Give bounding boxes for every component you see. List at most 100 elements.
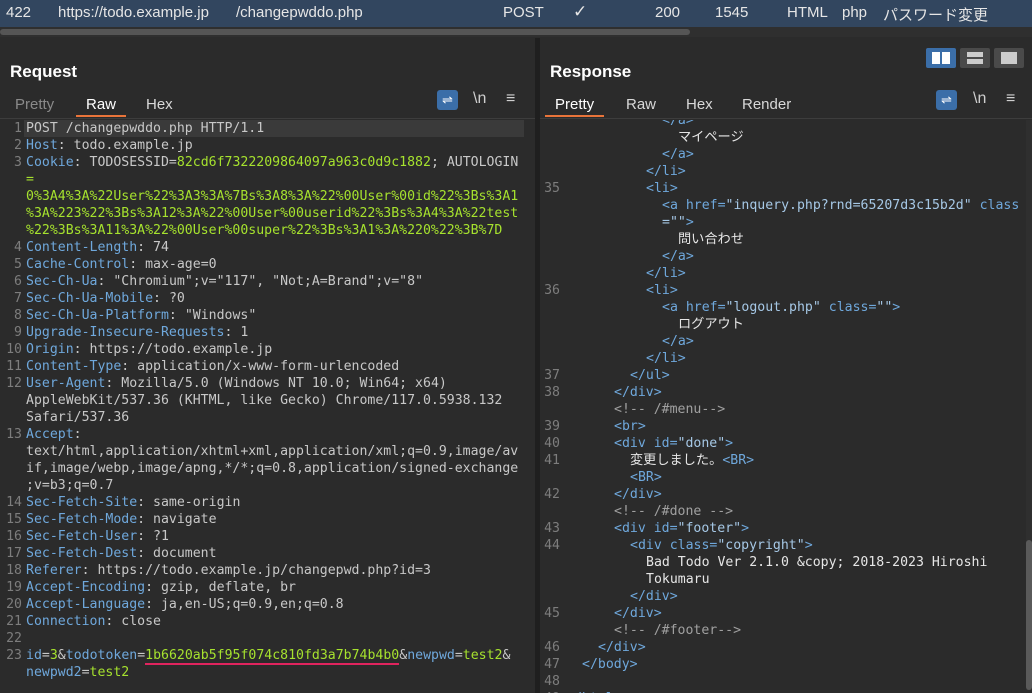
code-token: Bad Todo Ver 2.1.0 &copy; 2018-2023 Hiro… (646, 555, 988, 570)
tab-hex[interactable]: Hex (686, 96, 713, 113)
row-ext: php (842, 4, 868, 21)
row-host: https://todo.example.jp (58, 4, 209, 21)
header-value: max-age=0 (137, 257, 217, 272)
tab-pretty[interactable]: Pretty (15, 96, 54, 113)
line-number: 23 (6, 648, 22, 663)
tab-hex[interactable]: Hex (146, 96, 173, 113)
header-value: close (113, 614, 161, 629)
wrap-lines-icon[interactable]: ⇌ (437, 90, 458, 110)
line-number: 45 (544, 606, 560, 621)
code-line: Sec-Ch-Ua: "Chromium";v="117", "Not;A=Br… (26, 273, 423, 290)
code-token: <li> (646, 181, 678, 196)
code-token: </li> (646, 266, 686, 281)
response-pane: Response Pretty Raw Hex Render ⇌ \n ≡ </… (540, 38, 1032, 693)
code-token: <!-- /#footer--> (614, 623, 742, 638)
newline-toggle[interactable]: \n (973, 90, 986, 108)
code-line: Accept-Language: ja,en-US;q=0.9,en;q=0.8 (26, 596, 344, 613)
menu-icon[interactable]: ≡ (506, 90, 515, 108)
tab-render[interactable]: Render (742, 96, 791, 113)
code-line: </div> (598, 639, 646, 656)
newline-toggle[interactable]: \n (473, 90, 486, 108)
header-name: Referer (26, 563, 82, 578)
layout-single-icon[interactable] (994, 48, 1024, 68)
code-line: <div class="copyright"> (630, 537, 813, 554)
layout-side-by-side-icon[interactable] (926, 48, 956, 68)
request-editor[interactable]: 1 POST /changepwddo.php HTTP/1.1 2 Host: to… (0, 120, 535, 693)
code-line: newpwd2=test2 (26, 664, 129, 681)
line-number: 5 (14, 257, 22, 272)
tab-raw[interactable]: Raw (626, 96, 656, 113)
row-mime: HTML (787, 4, 828, 21)
code-token: "logout.php" (725, 300, 821, 315)
code-token: </ul> (630, 368, 670, 383)
line-number: 19 (6, 580, 22, 595)
divider (0, 118, 535, 119)
code-token: </a> (662, 334, 694, 349)
code-line: POST /changepwddo.php HTTP/1.1 (26, 120, 264, 137)
history-scrollbar[interactable] (0, 27, 1032, 37)
header-name: Sec-Fetch-Mode (26, 512, 138, 527)
header-colon: : (73, 155, 82, 170)
code-token: class (971, 198, 1020, 213)
code-line: = (26, 171, 34, 188)
code-line: 変更しました。<BR> (630, 452, 754, 469)
code-token: "footer" (677, 521, 742, 536)
code-line: <!-- /#done --> (614, 503, 733, 520)
request-pane: Request Pretty Raw Hex ⇌ \n ≡ 1 POST /cha… (0, 38, 535, 693)
line-number: 39 (544, 419, 560, 434)
header-value: 74 (145, 240, 169, 255)
cookie-value: = (26, 172, 34, 187)
response-scrollbar[interactable] (1026, 120, 1032, 690)
code-line: ;v=b3;q=0.7 (26, 477, 113, 494)
code-line: text/html,application/xhtml+xml,applicat… (26, 443, 518, 460)
menu-icon[interactable]: ≡ (1006, 90, 1015, 108)
code-token: <a (662, 300, 686, 315)
code-line: <li> (646, 180, 678, 197)
response-editor[interactable]: </a> マイページ </a> </li> 35 <li> <a href="inquery… (540, 120, 1032, 693)
line-number: 20 (6, 597, 22, 612)
code-line: <!-- /#footer--> (614, 622, 741, 639)
header-name: Sec-Fetch-Dest (26, 546, 138, 561)
wrap-lines-icon[interactable]: ⇌ (936, 90, 957, 110)
layout-stacked-icon[interactable] (960, 48, 990, 68)
line-number: 6 (14, 274, 22, 289)
code-line: </div> (614, 605, 662, 622)
tab-raw[interactable]: Raw (75, 96, 127, 117)
tab-pretty[interactable]: Pretty (544, 96, 605, 117)
header-colon: : (57, 138, 66, 153)
code-token: id= (653, 521, 678, 536)
scrollbar-thumb[interactable] (1026, 540, 1032, 690)
header-value: if,image/webp,image/apng,*/*;q=0.8,appli… (26, 461, 519, 476)
code-token: </a> (662, 120, 694, 128)
code-token: "copyright" (717, 538, 805, 553)
param-name: newpwd2 (26, 665, 82, 680)
code-token: <div (614, 521, 654, 536)
param-separator: = (137, 648, 146, 663)
code-line: Sec-Fetch-Site: same-origin (26, 494, 240, 511)
header-name: Origin (26, 342, 74, 357)
code-token: 変更しました。 (630, 453, 723, 468)
header-name: Content-Type (26, 359, 122, 374)
header-name: Accept (26, 427, 74, 442)
divider (540, 118, 1032, 119)
param-separator: = (41, 648, 50, 663)
history-row-selected[interactable]: 422 https://todo.example.jp /changepwddo… (0, 0, 1032, 27)
header-value: todo.example.jp (65, 138, 193, 153)
code-token: > (804, 538, 813, 553)
code-line: id=3&todotoken=1b6620ab5f95f074c810fd3a7… (26, 647, 510, 664)
code-line: </a> (662, 333, 694, 350)
scrollbar-thumb[interactable] (0, 29, 690, 35)
code-token: href= (685, 198, 726, 213)
code-line: Accept-Encoding: gzip, deflate, br (26, 579, 296, 596)
line-number: 44 (544, 538, 560, 553)
code-token: </div> (630, 589, 678, 604)
code-line: </a> (662, 120, 694, 129)
code-line: Content-Type: application/x-www-form-url… (26, 358, 399, 375)
code-token: <div (614, 436, 654, 451)
row-status: 200 (655, 4, 681, 21)
header-name: Sec-Ch-Ua-Mobile (26, 291, 154, 306)
code-line: <br> (614, 418, 646, 435)
code-token: 問い合わせ (678, 232, 744, 247)
header-colon: : (137, 529, 146, 544)
cookie-value: 82cd6f7322209864097a963c0d9c1882 (176, 155, 431, 170)
